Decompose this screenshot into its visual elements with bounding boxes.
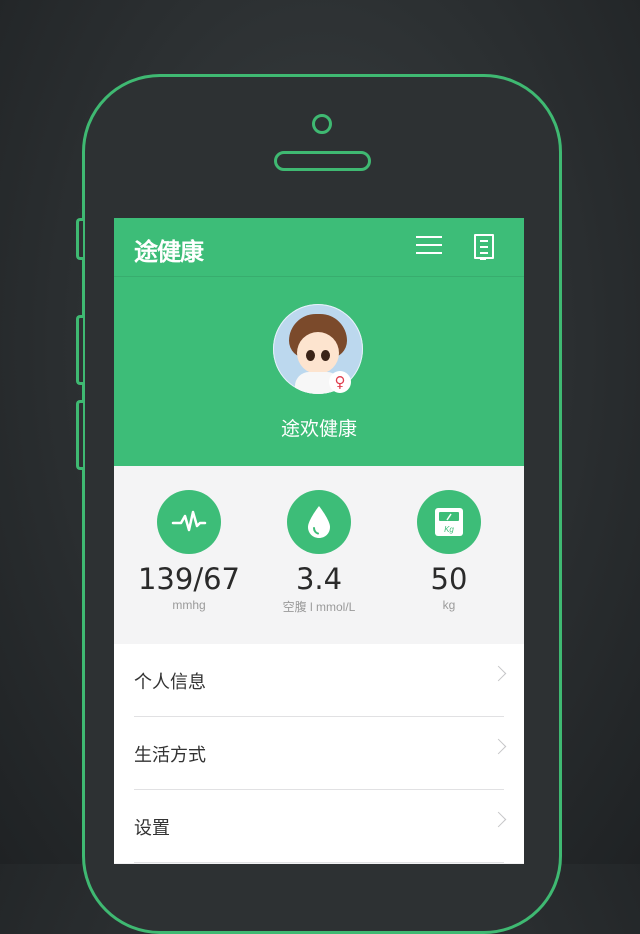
chevron-right-icon [490, 811, 507, 828]
hamburger-menu-icon[interactable] [416, 236, 442, 258]
phone-volume-down [76, 400, 83, 470]
profile-header: 途健康 ♀ 途欢健康 [114, 218, 524, 466]
blood-sugar-unit: 空腹 l mmol/L [282, 600, 356, 614]
stat-blood-sugar[interactable]: 3.4 空腹 l mmol/L [254, 490, 384, 615]
phone-volume-up [76, 315, 83, 385]
menu-item-lifestyle[interactable]: 生活方式 [134, 717, 507, 790]
blood-sugar-value: 3.4 [295, 562, 343, 596]
phone-mute-switch [76, 218, 83, 260]
chevron-right-icon [490, 665, 507, 682]
app-screen: 途健康 ♀ 途欢健康 139/67 mmhg 3.4 空腹 l mmol/L K… [114, 218, 524, 864]
user-name: 途欢健康 [280, 419, 357, 440]
chevron-right-icon [490, 738, 507, 755]
female-icon: ♀ [329, 371, 351, 393]
menu-item-label: 生活方式 [134, 745, 206, 765]
menu-item-label: 设置 [134, 818, 170, 838]
stat-blood-pressure[interactable]: 139/67 mmhg [124, 490, 254, 612]
menu-item-label: 个人信息 [134, 672, 206, 692]
scale-icon: Kg [417, 490, 481, 554]
heartbeat-icon [157, 490, 221, 554]
weight-unit: kg [442, 598, 456, 612]
menu-item-settings[interactable]: 设置 [134, 790, 507, 863]
app-logo: 途健康 [134, 239, 204, 266]
document-icon[interactable] [474, 234, 494, 260]
svg-text:Kg: Kg [444, 525, 454, 534]
top-bar: 途健康 [114, 218, 524, 277]
settings-list: 个人信息 生活方式 设置 [114, 644, 524, 863]
phone-speaker [274, 151, 371, 171]
drop-icon [287, 490, 351, 554]
menu-item-personal-info[interactable]: 个人信息 [134, 644, 507, 717]
weight-value: 50 [430, 562, 468, 596]
stat-weight[interactable]: Kg 50 kg [384, 490, 514, 612]
blood-pressure-value: 139/67 [137, 562, 241, 596]
health-stats: 139/67 mmhg 3.4 空腹 l mmol/L Kg 50 kg [114, 466, 524, 644]
blood-pressure-unit: mmhg [172, 598, 206, 612]
phone-camera [312, 114, 332, 134]
avatar[interactable]: ♀ [273, 304, 363, 394]
